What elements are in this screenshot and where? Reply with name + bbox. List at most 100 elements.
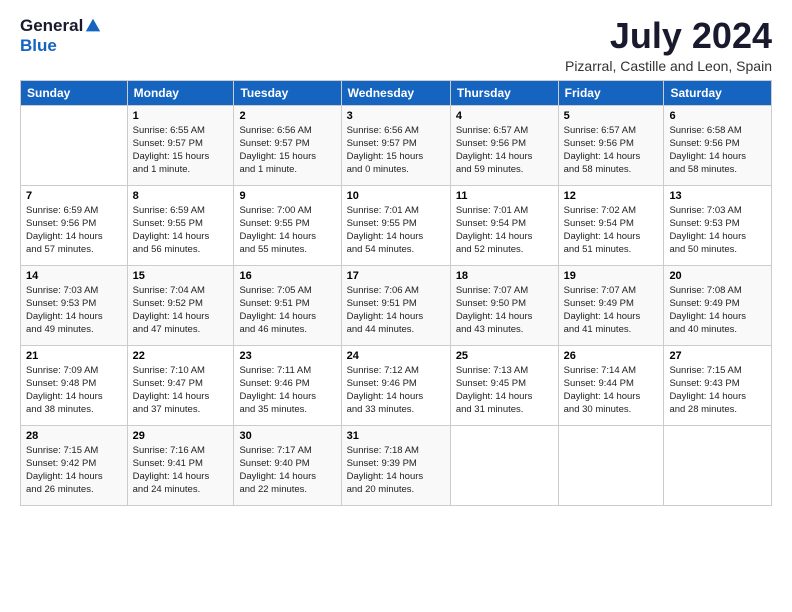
day-info: Sunrise: 6:55 AMSunset: 9:57 PMDaylight:… xyxy=(133,124,229,177)
calendar-cell: 27 Sunrise: 7:15 AMSunset: 9:43 PMDayligh… xyxy=(664,345,772,425)
calendar-header-wednesday: Wednesday xyxy=(341,80,450,105)
calendar-cell: 5 Sunrise: 6:57 AMSunset: 9:56 PMDaylight… xyxy=(558,105,664,185)
calendar-cell: 13Sunrise: 7:03 AMSunset: 9:53 PMDayligh… xyxy=(664,185,772,265)
day-info: Sunrise: 7:00 AMSunset: 9:55 PMDaylight:… xyxy=(239,204,335,257)
day-number: 15 xyxy=(133,270,229,282)
calendar-cell: 18 Sunrise: 7:07 AMSunset: 9:50 PMDayligh… xyxy=(450,265,558,345)
day-info: Sunrise: 7:11 AMSunset: 9:46 PMDaylight:… xyxy=(239,364,335,417)
calendar-cell: 31 Sunrise: 7:18 AMSunset: 9:39 PMDayligh… xyxy=(341,425,450,505)
day-number: 19 xyxy=(564,270,659,282)
logo-blue: Blue xyxy=(20,36,102,56)
header: General Blue July 2024 Pizarral, Castill… xyxy=(20,16,772,74)
day-info: Sunrise: 7:08 AMSunset: 9:49 PMDaylight:… xyxy=(669,284,766,337)
day-number: 26 xyxy=(564,350,659,362)
day-info: Sunrise: 7:09 AMSunset: 9:48 PMDaylight:… xyxy=(26,364,122,417)
day-number: 4 xyxy=(456,110,553,122)
calendar-cell xyxy=(450,425,558,505)
calendar-cell: 16 Sunrise: 7:05 AMSunset: 9:51 PMDayligh… xyxy=(234,265,341,345)
calendar-cell: 20 Sunrise: 7:08 AMSunset: 9:49 PMDayligh… xyxy=(664,265,772,345)
calendar-cell xyxy=(21,105,128,185)
day-number: 12 xyxy=(564,190,659,202)
day-info: Sunrise: 7:04 AMSunset: 9:52 PMDaylight:… xyxy=(133,284,229,337)
page: General Blue July 2024 Pizarral, Castill… xyxy=(0,0,792,612)
day-info: Sunrise: 7:14 AMSunset: 9:44 PMDaylight:… xyxy=(564,364,659,417)
day-info: Sunrise: 7:01 AMSunset: 9:55 PMDaylight:… xyxy=(347,204,445,257)
calendar-cell: 21 Sunrise: 7:09 AMSunset: 9:48 PMDayligh… xyxy=(21,345,128,425)
day-info: Sunrise: 6:57 AMSunset: 9:56 PMDaylight:… xyxy=(456,124,553,177)
day-info: Sunrise: 6:56 AMSunset: 9:57 PMDaylight:… xyxy=(347,124,445,177)
calendar-cell: 26 Sunrise: 7:14 AMSunset: 9:44 PMDayligh… xyxy=(558,345,664,425)
subtitle: Pizarral, Castille and Leon, Spain xyxy=(565,58,772,74)
day-number: 18 xyxy=(456,270,553,282)
logo: General Blue xyxy=(20,16,102,56)
day-info: Sunrise: 7:17 AMSunset: 9:40 PMDaylight:… xyxy=(239,444,335,497)
day-number: 24 xyxy=(347,350,445,362)
calendar-cell: 8Sunrise: 6:59 AMSunset: 9:55 PMDaylight… xyxy=(127,185,234,265)
calendar-cell: 22Sunrise: 7:10 AMSunset: 9:47 PMDayligh… xyxy=(127,345,234,425)
calendar-cell: 23 Sunrise: 7:11 AMSunset: 9:46 PMDayligh… xyxy=(234,345,341,425)
day-number: 23 xyxy=(239,350,335,362)
calendar-cell xyxy=(558,425,664,505)
day-number: 25 xyxy=(456,350,553,362)
day-info: Sunrise: 7:05 AMSunset: 9:51 PMDaylight:… xyxy=(239,284,335,337)
day-number: 3 xyxy=(347,110,445,122)
day-info: Sunrise: 7:16 AMSunset: 9:41 PMDaylight:… xyxy=(133,444,229,497)
calendar-cell: 29Sunrise: 7:16 AMSunset: 9:41 PMDayligh… xyxy=(127,425,234,505)
calendar-cell: 15 Sunrise: 7:04 AMSunset: 9:52 PMDayligh… xyxy=(127,265,234,345)
day-number: 16 xyxy=(239,270,335,282)
calendar-cell: 24 Sunrise: 7:12 AMSunset: 9:46 PMDayligh… xyxy=(341,345,450,425)
day-number: 20 xyxy=(669,270,766,282)
calendar-cell: 17Sunrise: 7:06 AMSunset: 9:51 PMDayligh… xyxy=(341,265,450,345)
calendar-header-sunday: Sunday xyxy=(21,80,128,105)
calendar-week-2: 14Sunrise: 7:03 AMSunset: 9:53 PMDayligh… xyxy=(21,265,772,345)
calendar-cell: 6 Sunrise: 6:58 AMSunset: 9:56 PMDaylight… xyxy=(664,105,772,185)
day-info: Sunrise: 7:13 AMSunset: 9:45 PMDaylight:… xyxy=(456,364,553,417)
calendar-cell: 3 Sunrise: 6:56 AMSunset: 9:57 PMDaylight… xyxy=(341,105,450,185)
day-info: Sunrise: 6:59 AMSunset: 9:56 PMDaylight:… xyxy=(26,204,122,257)
day-info: Sunrise: 6:56 AMSunset: 9:57 PMDaylight:… xyxy=(239,124,335,177)
day-number: 30 xyxy=(239,430,335,442)
calendar-week-3: 21 Sunrise: 7:09 AMSunset: 9:48 PMDayligh… xyxy=(21,345,772,425)
day-info: Sunrise: 7:07 AMSunset: 9:49 PMDaylight:… xyxy=(564,284,659,337)
calendar-cell: 12 Sunrise: 7:02 AMSunset: 9:54 PMDayligh… xyxy=(558,185,664,265)
logo-general: General xyxy=(20,16,83,36)
calendar-week-0: 1 Sunrise: 6:55 AMSunset: 9:57 PMDaylight… xyxy=(21,105,772,185)
calendar-cell: 11Sunrise: 7:01 AMSunset: 9:54 PMDayligh… xyxy=(450,185,558,265)
day-info: Sunrise: 7:03 AMSunset: 9:53 PMDaylight:… xyxy=(669,204,766,257)
day-info: Sunrise: 7:15 AMSunset: 9:42 PMDaylight:… xyxy=(26,444,122,497)
day-number: 21 xyxy=(26,350,122,362)
logo-icon xyxy=(84,17,102,35)
calendar-cell: 1 Sunrise: 6:55 AMSunset: 9:57 PMDaylight… xyxy=(127,105,234,185)
calendar-header-monday: Monday xyxy=(127,80,234,105)
day-info: Sunrise: 7:15 AMSunset: 9:43 PMDaylight:… xyxy=(669,364,766,417)
calendar-week-1: 7Sunrise: 6:59 AMSunset: 9:56 PMDaylight… xyxy=(21,185,772,265)
day-number: 27 xyxy=(669,350,766,362)
calendar-header-friday: Friday xyxy=(558,80,664,105)
day-number: 28 xyxy=(26,430,122,442)
day-info: Sunrise: 7:07 AMSunset: 9:50 PMDaylight:… xyxy=(456,284,553,337)
day-info: Sunrise: 7:02 AMSunset: 9:54 PMDaylight:… xyxy=(564,204,659,257)
calendar-header-saturday: Saturday xyxy=(664,80,772,105)
day-info: Sunrise: 7:18 AMSunset: 9:39 PMDaylight:… xyxy=(347,444,445,497)
day-number: 1 xyxy=(133,110,229,122)
day-number: 8 xyxy=(133,190,229,202)
calendar-cell: 4 Sunrise: 6:57 AMSunset: 9:56 PMDaylight… xyxy=(450,105,558,185)
calendar-cell: 19 Sunrise: 7:07 AMSunset: 9:49 PMDayligh… xyxy=(558,265,664,345)
day-info: Sunrise: 6:58 AMSunset: 9:56 PMDaylight:… xyxy=(669,124,766,177)
day-number: 6 xyxy=(669,110,766,122)
day-number: 5 xyxy=(564,110,659,122)
calendar-cell: 28 Sunrise: 7:15 AMSunset: 9:42 PMDayligh… xyxy=(21,425,128,505)
day-info: Sunrise: 7:12 AMSunset: 9:46 PMDaylight:… xyxy=(347,364,445,417)
calendar-cell: 9 Sunrise: 7:00 AMSunset: 9:55 PMDaylight… xyxy=(234,185,341,265)
day-number: 31 xyxy=(347,430,445,442)
day-info: Sunrise: 7:10 AMSunset: 9:47 PMDaylight:… xyxy=(133,364,229,417)
calendar-cell: 14Sunrise: 7:03 AMSunset: 9:53 PMDayligh… xyxy=(21,265,128,345)
title-block: July 2024 Pizarral, Castille and Leon, S… xyxy=(565,16,772,74)
day-number: 9 xyxy=(239,190,335,202)
day-info: Sunrise: 7:06 AMSunset: 9:51 PMDaylight:… xyxy=(347,284,445,337)
calendar-cell: 2Sunrise: 6:56 AMSunset: 9:57 PMDaylight… xyxy=(234,105,341,185)
day-info: Sunrise: 6:57 AMSunset: 9:56 PMDaylight:… xyxy=(564,124,659,177)
calendar-header-thursday: Thursday xyxy=(450,80,558,105)
calendar-week-4: 28 Sunrise: 7:15 AMSunset: 9:42 PMDayligh… xyxy=(21,425,772,505)
calendar-cell: 30 Sunrise: 7:17 AMSunset: 9:40 PMDayligh… xyxy=(234,425,341,505)
